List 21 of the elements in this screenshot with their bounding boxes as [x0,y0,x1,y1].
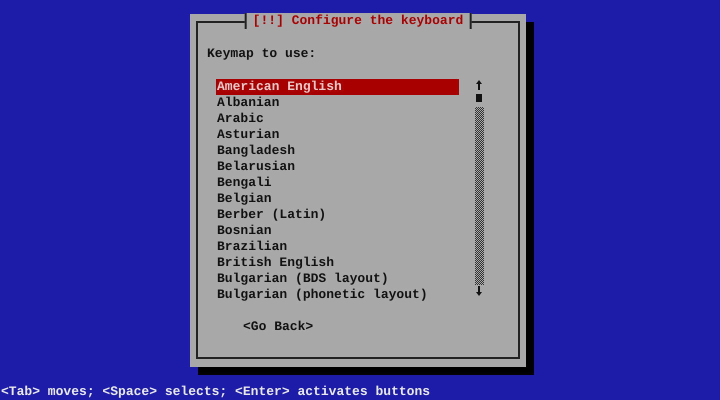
keymap-item[interactable]: Bulgarian (BDS layout) [216,271,459,287]
keymap-item[interactable]: American English [216,79,459,95]
up-arrow-icon[interactable] [475,79,483,91]
keymap-item[interactable]: Albanian [216,95,459,111]
help-line: <Tab> moves; <Space> selects; <Enter> activates buttons [0,383,432,400]
keymap-item[interactable]: Brazilian [216,239,459,255]
keymap-item[interactable]: Bulgarian (phonetic layout) [216,287,459,303]
keymap-item[interactable]: Bangladesh [216,143,459,159]
keymap-item[interactable]: Belarusian [216,159,459,175]
keymap-item[interactable]: Asturian [216,127,459,143]
prompt-label: Keymap to use: [207,46,316,62]
keymap-item[interactable]: Arabic [216,111,459,127]
dialog-title: [!!] Configure the keyboard [244,13,472,29]
keymap-item[interactable]: Belgian [216,191,459,207]
down-arrow-icon[interactable] [475,285,483,297]
keymap-item[interactable]: Bengali [216,175,459,191]
scroll-thumb[interactable] [476,94,482,102]
keymap-item[interactable]: Berber (Latin) [216,207,459,223]
keymap-item[interactable]: British English [216,255,459,271]
keymap-item[interactable]: Bosnian [216,223,459,239]
go-back-button[interactable]: <Go Back> [243,319,314,335]
